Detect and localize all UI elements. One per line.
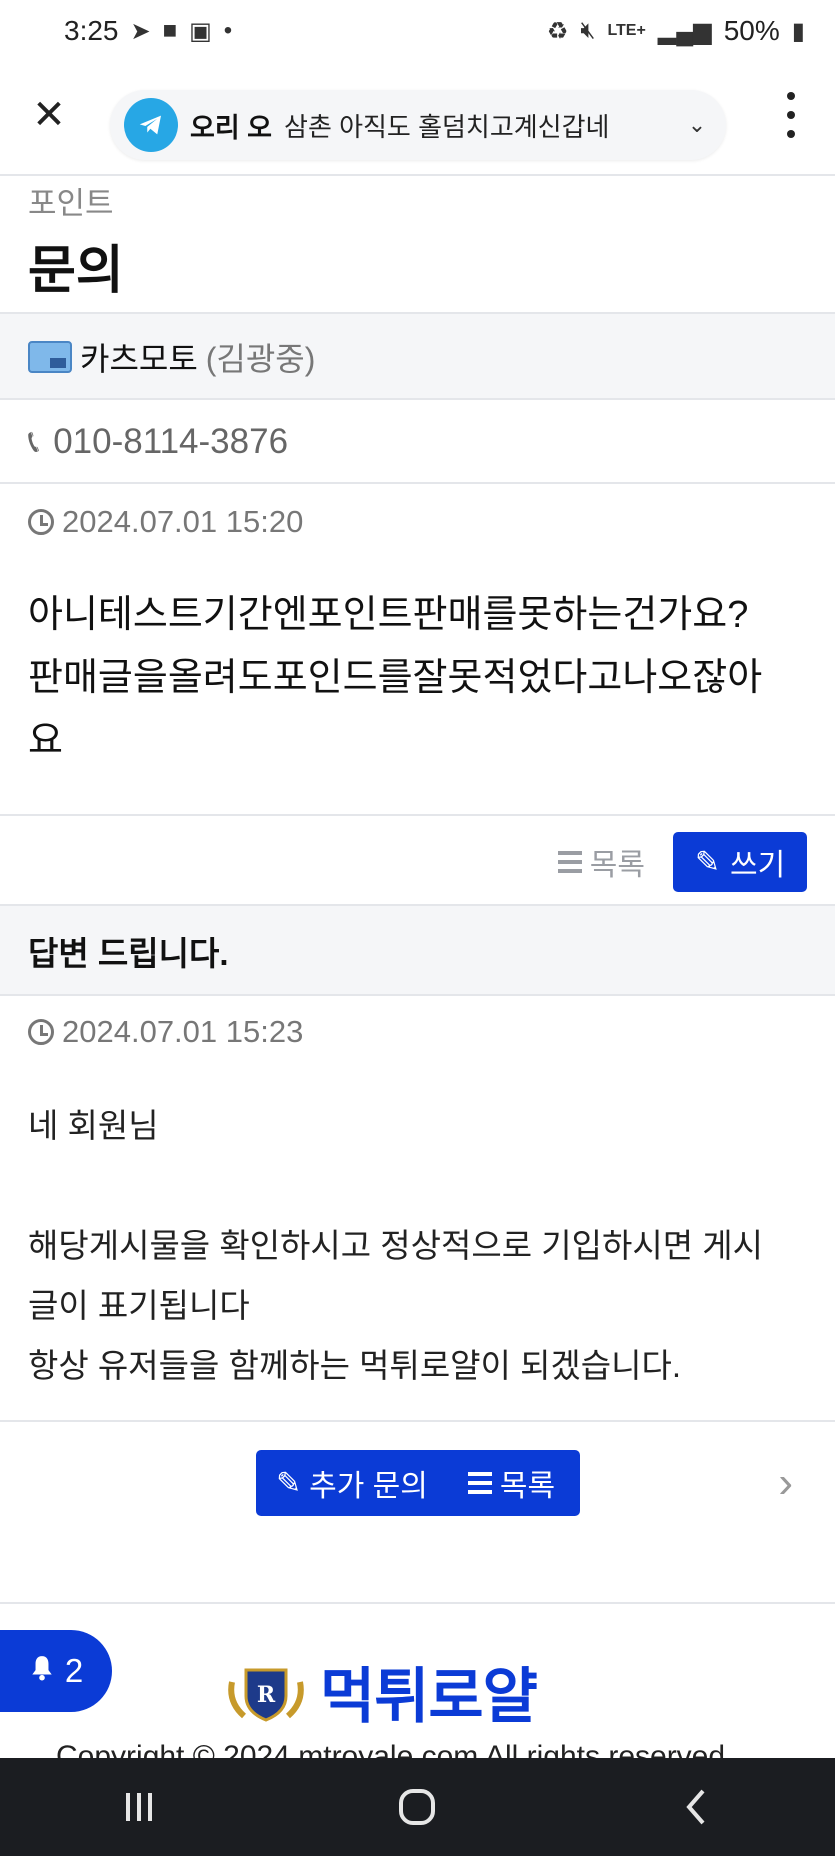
pencil-icon: ✎ [276,1466,302,1500]
dot-icon [787,130,795,138]
pencil-icon: ✎ [694,845,720,879]
post-actions: 목록 ✎ 쓰기 [0,814,835,906]
write-button[interactable]: ✎ 쓰기 [673,832,807,892]
list-label: 목록 [589,849,645,882]
dot-icon [787,111,795,119]
bottom-button-group: ✎ 추가 문의 목록 [256,1450,580,1516]
battery-saver-icon: ♻ [546,17,569,45]
telegram-icon [124,98,178,152]
write-label: 쓰기 [729,849,786,882]
phone-row: 📞︎ 010-8114-3876 [0,398,835,484]
notification-count: 2 [64,1652,84,1689]
mute-icon: 🔇︎ [580,17,596,44]
system-navigation-bar [0,1758,835,1856]
status-time: 3:25 [64,15,119,46]
telegram-notification-icon: ➤ [130,17,151,45]
battery-percent: 50% [723,15,780,46]
notification-button[interactable]: 2 [0,1630,112,1712]
clock-icon [28,509,54,535]
back-button[interactable] [666,1777,726,1837]
post-body: 아니테스트기간엔포인트판매를못하는건가요? 판매글을올려도포인드를잘못적었다고나… [28,594,763,762]
network-type-label: LTE+ [607,22,646,39]
dot-icon [787,92,795,100]
home-button[interactable] [387,1777,447,1837]
home-icon [399,1789,436,1825]
reply-content: 2024.07.01 15:23 네 회원님 해당게시물을 확인하시고 정상적으… [0,994,835,1422]
more-notifications-dot-icon: • [223,17,233,44]
reply-date-line: 2024.07.01 15:23 [28,1014,303,1050]
member-level-icon [28,341,72,373]
recent-apps-icon [126,1793,153,1821]
reply-date: 2024.07.01 15:23 [62,1014,304,1049]
crown-emblem-icon: R [226,1662,306,1722]
site-logo[interactable]: R 먹튀로얄 [226,1648,538,1735]
bottom-list-button[interactable]: 목록 [448,1450,575,1516]
gallery-notification-icon: ▣ [189,17,212,45]
bottom-list-label: 목록 [499,1470,556,1503]
battery-icon: ▮ [791,17,805,45]
top-app-bar: ✕ 오리 오 삼촌 아직도 홀덤치고계신갑네 ⌄ [0,62,835,176]
post-content: 2024.07.01 15:20 아니테스트기간엔포인트판매를못하는건가요? 판… [0,482,835,816]
phone-number[interactable]: 010-8114-3876 [53,422,288,462]
bell-icon [29,1652,55,1690]
clock-icon [28,1019,54,1045]
phone-icon: 📞︎ [28,423,40,459]
telegram-message-preview: 삼촌 아직도 홀덤치고계신갑네 [284,111,610,142]
post-date-line: 2024.07.01 15:20 [28,504,303,540]
list-icon [467,1472,492,1494]
list-icon [557,851,582,873]
logo-letter: R [257,1682,276,1708]
back-icon [686,1789,705,1825]
telegram-notification-popup[interactable]: 오리 오 삼촌 아직도 홀덤치고계신갑네 ⌄ [110,90,726,160]
status-bar: 3:25 ➤ ■ ▣ • ♻ 🔇︎ LTE+ ▂▄▆ 50% ▮ [0,0,835,62]
post-date: 2024.07.01 15:20 [62,504,304,539]
more-inquiry-label: 추가 문의 [309,1470,428,1503]
author-row: 카츠모토 (김광중) [0,312,835,400]
page-title: 문의 [28,242,124,300]
bottom-actions: ✎ 추가 문의 목록 › [0,1420,835,1604]
logo-text: 먹튀로얄 [320,1663,538,1730]
close-button[interactable]: ✕ [28,94,70,136]
chevron-down-icon[interactable]: ⌄ [682,112,712,138]
section-label: 포인트 [28,186,114,221]
more-inquiry-button[interactable]: ✎ 추가 문의 [256,1450,448,1516]
reply-body: 네 회원님 해당게시물을 확인하시고 정상적으로 기입하시면 게시 글이 표기됩… [28,1107,763,1384]
reply-header: 답변 드립니다. [0,904,835,996]
list-button[interactable]: 목록 [557,840,645,884]
recent-apps-button[interactable] [109,1777,169,1837]
footer: 2 R 먹튀로얄 Copyright © 2024 mtroyale.com A… [0,1602,835,1773]
more-options-button[interactable] [781,92,801,138]
author-real-name: (김광중) [205,341,316,377]
signal-icon: ▂▄▆ [657,17,712,45]
message-notification-icon: ■ [162,17,178,44]
reply-title: 답변 드립니다. [28,935,229,972]
telegram-sender-name: 오리 오 [190,112,273,143]
author-nickname[interactable]: 카츠모토 [80,334,198,380]
chevron-right-icon[interactable]: › [778,1458,793,1508]
